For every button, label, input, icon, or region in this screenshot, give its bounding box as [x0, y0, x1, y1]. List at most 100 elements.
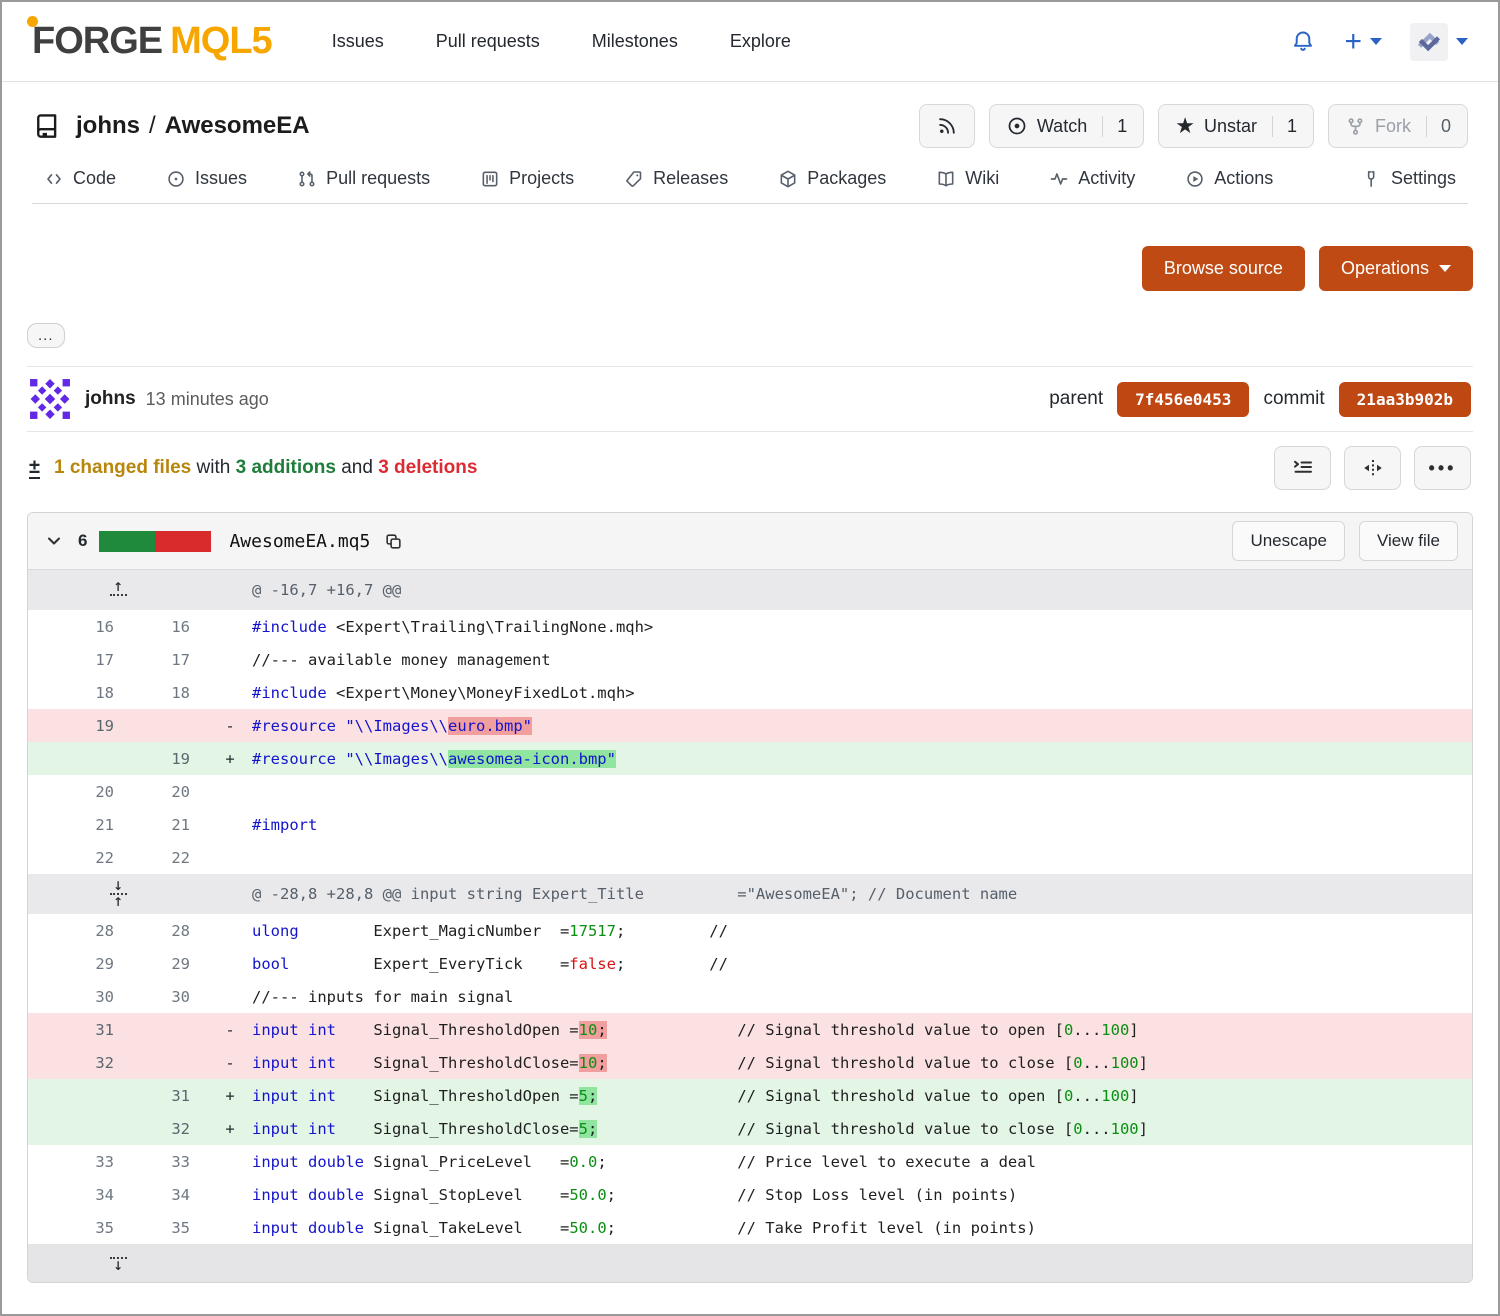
whitespace-options-button[interactable]	[1274, 446, 1331, 490]
diff-row: 2828ulong Expert_MagicNumber =17517; //	[28, 914, 1472, 947]
unstar-label: Unstar	[1204, 116, 1257, 137]
tab-pull-requests[interactable]: Pull requests	[297, 168, 430, 189]
app-logo[interactable]: FORGE MQL5	[32, 20, 272, 63]
old-line-number[interactable]: 30	[28, 988, 132, 1006]
user-menu[interactable]	[1410, 23, 1468, 61]
commit-message-expand-button[interactable]: ...	[27, 323, 65, 348]
expand-up-icon[interactable]: ↑	[110, 582, 127, 598]
diff-row-deleted: 31-input int Signal_ThresholdOpen =10; /…	[28, 1013, 1472, 1046]
old-line-number[interactable]: 28	[28, 922, 132, 940]
fork-button[interactable]: Fork 0	[1328, 104, 1468, 148]
nav-link-milestones[interactable]: Milestones	[592, 31, 678, 52]
old-line-number[interactable]: 22	[28, 849, 132, 867]
diff-row: 1616 #include <Expert\Trailing\TrailingNo…	[28, 610, 1472, 643]
expand-both-icon[interactable]: ↓↑	[110, 881, 127, 907]
new-line-number[interactable]: 31	[132, 1087, 208, 1105]
new-line-number[interactable]: 35	[132, 1219, 208, 1237]
logo-dot-icon	[27, 16, 38, 27]
repo-owner-link[interactable]: johns	[76, 112, 140, 140]
tab-releases[interactable]: Releases	[624, 168, 728, 189]
repo-name-link[interactable]: AwesomeEA	[165, 112, 310, 140]
old-line-number[interactable]: 21	[28, 816, 132, 834]
new-line-number[interactable]: 17	[132, 651, 208, 669]
old-line-number[interactable]: 31	[28, 1021, 132, 1039]
nav-link-pull-requests[interactable]: Pull requests	[436, 31, 540, 52]
tab-packages[interactable]: Packages	[778, 168, 886, 189]
additions-text: 3 additions	[236, 457, 336, 478]
view-file-button[interactable]: View file	[1359, 521, 1458, 561]
notifications-bell-icon[interactable]	[1290, 29, 1316, 55]
top-navbar: FORGE MQL5 Issues Pull requests Mileston…	[2, 2, 1498, 82]
new-line-number[interactable]: 28	[132, 922, 208, 940]
watch-button[interactable]: Watch 1	[989, 104, 1144, 148]
diff-row: 3030//--- inputs for main signal	[28, 980, 1472, 1013]
nav-link-explore[interactable]: Explore	[730, 31, 791, 52]
new-line-number[interactable]: 30	[132, 988, 208, 1006]
chevron-down-icon	[1456, 38, 1468, 45]
new-line-number[interactable]: 34	[132, 1186, 208, 1204]
old-line-number[interactable]: 17	[28, 651, 132, 669]
diff-sign: -	[208, 1054, 252, 1072]
new-line-number[interactable]: 20	[132, 783, 208, 801]
watch-count[interactable]: 1	[1102, 116, 1127, 137]
new-line-number[interactable]: 22	[132, 849, 208, 867]
diff-options-button[interactable]: •••	[1414, 446, 1471, 490]
expand-down-icon[interactable]: ↓	[110, 1255, 127, 1271]
new-line-number[interactable]: 32	[132, 1120, 208, 1138]
copy-filename-button[interactable]	[382, 530, 405, 553]
code-line: input int Signal_ThresholdClose=10; // S…	[252, 1054, 1472, 1072]
code-line: #resource "\\Images\\euro.bmp"	[252, 717, 1472, 735]
old-line-number[interactable]: 18	[28, 684, 132, 702]
operations-button[interactable]: Operations	[1319, 246, 1473, 291]
old-line-number[interactable]: 19	[28, 717, 132, 735]
package-icon	[778, 169, 798, 189]
star-count[interactable]: 1	[1272, 116, 1297, 137]
old-line-number[interactable]: 16	[28, 618, 132, 636]
commit-author-avatar[interactable]	[29, 378, 71, 420]
new-line-number[interactable]: 19	[132, 750, 208, 768]
new-line-number[interactable]: 16	[132, 618, 208, 636]
code-line: #include <Expert\Trailing\TrailingNone.m…	[252, 618, 1472, 636]
split-view-icon	[1361, 456, 1385, 480]
old-line-number[interactable]: 29	[28, 955, 132, 973]
nav-link-issues[interactable]: Issues	[332, 31, 384, 52]
collapse-file-button[interactable]	[42, 529, 66, 553]
tab-activity[interactable]: Activity	[1049, 168, 1135, 189]
old-line-number[interactable]: 33	[28, 1153, 132, 1171]
commit-hash-button[interactable]: 21aa3b902b	[1339, 382, 1471, 417]
fork-count[interactable]: 0	[1426, 116, 1451, 137]
old-line-number[interactable]: 32	[28, 1054, 132, 1072]
diff-row-deleted: 19-#resource "\\Images\\euro.bmp"	[28, 709, 1472, 742]
code-line: //--- available money management	[252, 651, 1472, 669]
tab-settings[interactable]: Settings	[1362, 168, 1456, 189]
old-line-number[interactable]: 20	[28, 783, 132, 801]
repo-header: johns / AwesomeEA	[2, 82, 1498, 204]
repo-tabs: Code Issues Pull requests Projects	[32, 168, 1468, 204]
tab-projects[interactable]: Projects	[480, 168, 574, 189]
tab-wiki[interactable]: Wiki	[936, 168, 999, 189]
hunk-text: @ -28,8 +28,8 @@ input string Expert_Tit…	[252, 885, 1472, 903]
unescape-button[interactable]: Unescape	[1232, 521, 1345, 561]
new-line-number[interactable]: 33	[132, 1153, 208, 1171]
split-view-button[interactable]	[1344, 446, 1401, 490]
diffstat-bar	[99, 531, 211, 552]
old-line-number[interactable]: 34	[28, 1186, 132, 1204]
new-line-number[interactable]: 21	[132, 816, 208, 834]
commit-author-name[interactable]: johns	[85, 388, 136, 410]
create-new-button[interactable]: +	[1344, 27, 1382, 57]
rss-button[interactable]	[919, 104, 975, 148]
unstar-button[interactable]: ★ Unstar 1	[1158, 104, 1314, 148]
old-line-number[interactable]: 35	[28, 1219, 132, 1237]
file-name[interactable]: AwesomeEA.mq5	[229, 531, 370, 552]
diff-sign: +	[208, 750, 252, 768]
new-line-number[interactable]: 29	[132, 955, 208, 973]
tab-code[interactable]: Code	[44, 168, 116, 189]
tab-actions[interactable]: Actions	[1185, 168, 1273, 189]
code-line: input double Signal_StopLevel =50.0; // …	[252, 1186, 1472, 1204]
browse-source-button[interactable]: Browse source	[1142, 246, 1305, 291]
watch-label: Watch	[1037, 116, 1087, 137]
parent-hash-button[interactable]: 7f456e0453	[1117, 382, 1249, 417]
commit-label: commit	[1263, 388, 1324, 410]
new-line-number[interactable]: 18	[132, 684, 208, 702]
tab-issues[interactable]: Issues	[166, 168, 247, 189]
